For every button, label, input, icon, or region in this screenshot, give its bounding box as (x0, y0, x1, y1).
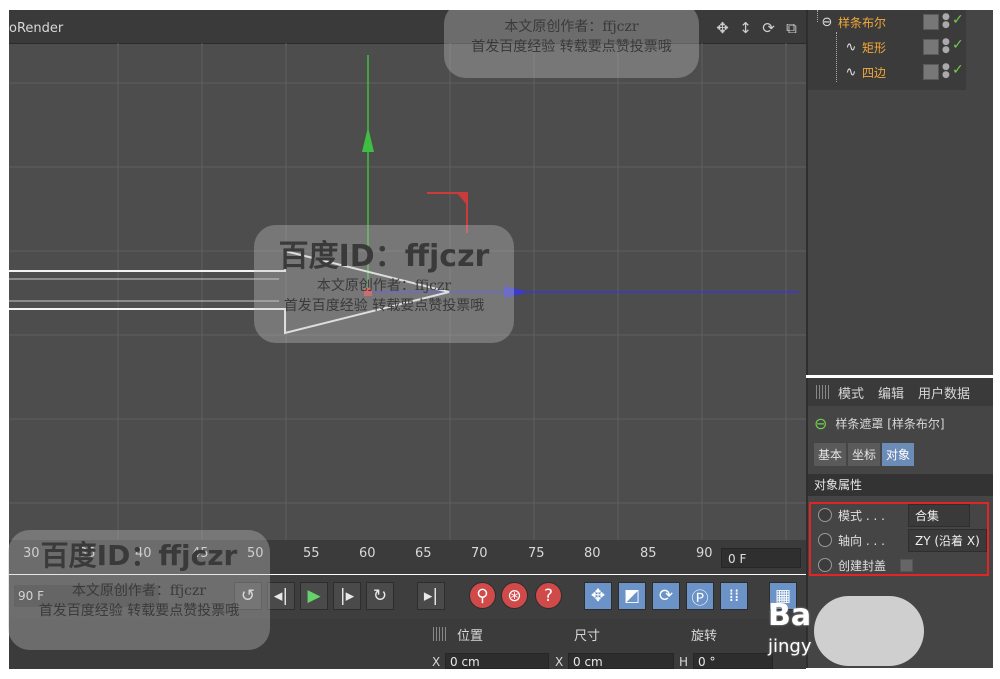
menu-mode[interactable]: 模式 (838, 383, 864, 402)
object-manager: ⊖ 样条布尔 ● ● ✓ ∿ 矩形 ● ● ✓ ∿ 四边 ● ● ✓ (806, 10, 993, 375)
tick-label: 85 (640, 546, 657, 561)
y-axis-handle (362, 127, 374, 152)
header-position: 位置 (457, 629, 484, 644)
tab-coord[interactable]: 坐标 (848, 443, 881, 466)
next-frame-button[interactable]: |▸ (333, 582, 361, 610)
tick-label: 70 (471, 546, 488, 561)
tick-label: 90 (696, 546, 713, 561)
axis-label-x: X (432, 655, 441, 669)
spline-boolean-icon: ⊖ (821, 14, 833, 30)
menu-edit[interactable]: 编辑 (878, 383, 904, 402)
scale-icon: ◩ (623, 586, 641, 606)
fullscreen-icon[interactable]: ⧉ (783, 19, 800, 37)
spline-icon: ∿ (845, 39, 857, 55)
header-rotation: 旋转 (691, 629, 718, 644)
baidu-watermark: Ba jingy (766, 596, 956, 666)
viewport-nav-icons: ✥ ↕ ⟳ ⧉ (714, 19, 800, 37)
axis-label-x: X (555, 655, 564, 669)
play-button[interactable]: ▶ (300, 582, 328, 610)
question-icon: ? (543, 585, 554, 606)
enabled-check-icon[interactable]: ✓ (952, 62, 964, 78)
current-frame-field[interactable]: 0 F (721, 548, 801, 568)
grip-icon (433, 627, 447, 641)
visibility-dots[interactable]: ● ● (942, 38, 950, 55)
visibility-dots[interactable]: ● ● (942, 13, 950, 30)
c4d-window: oRender ✥ ↕ ⟳ ⧉ 百度ID：ffjczr 本文原创作者：ffjcz… (0, 0, 1000, 679)
move-key-button[interactable]: ✥ (584, 582, 612, 610)
tab-basic[interactable]: 基本 (814, 443, 847, 466)
highlight-box (809, 502, 989, 576)
tab-object[interactable]: 对象 (882, 443, 915, 466)
grid-dots-icon: ⁞⁞ (728, 586, 740, 606)
position-x-input[interactable]: 0 cm (445, 653, 549, 669)
section-header: 对象属性 (808, 474, 993, 496)
autokey-icon: ⊛ (507, 585, 522, 606)
watermark-top: 本文原创作者：ffjczr 首发百度经验 转载要点赞投票哦 (444, 10, 699, 78)
orbit-icon[interactable]: ⟳ (760, 19, 777, 37)
autokey-button[interactable]: ⊛ (501, 582, 528, 609)
keyframe-selection-button[interactable]: ? (535, 582, 562, 609)
move-icon: ✥ (590, 586, 606, 606)
attribute-title: ⊖ 样条遮罩 [样条布尔] (814, 414, 945, 433)
viewport[interactable]: oRender ✥ ↕ ⟳ ⧉ 百度ID：ffjczr 本文原创作者：ffjcz… (9, 10, 806, 540)
tree-item-spline-boolean[interactable]: ⊖ 样条布尔 ● ● ✓ (818, 11, 973, 33)
param-key-button[interactable]: Ⓟ (686, 582, 714, 610)
dolly-icon[interactable]: ↕ (737, 19, 754, 37)
loop-icon: ↻ (372, 586, 388, 606)
key-icon: ⚲ (476, 585, 489, 606)
enabled-check-icon[interactable]: ✓ (952, 37, 964, 53)
rotation-h-input[interactable]: 0 ° (693, 653, 773, 669)
next-frame-icon: |▸ (339, 586, 355, 606)
tree-item-polygon[interactable]: ∿ 四边 ● ● ✓ (842, 61, 973, 83)
watermark-center: 百度ID：ffjczr 本文原创作者：ffjczr 首发百度经验 转载要点赞投票… (254, 225, 514, 343)
scale-key-button[interactable]: ◩ (618, 582, 646, 610)
tick-label: 55 (303, 546, 320, 561)
size-x-input[interactable]: 0 cm (568, 653, 674, 669)
tick-label: 80 (584, 546, 601, 561)
axis-label-h: H (679, 655, 689, 669)
move-view-icon[interactable]: ✥ (714, 19, 731, 37)
layer-toggle[interactable] (923, 39, 939, 55)
play-icon: ▶ (307, 586, 321, 606)
tree-item-rectangle[interactable]: ∿ 矩形 ● ● ✓ (842, 36, 973, 58)
loop-button[interactable]: ↻ (366, 582, 394, 610)
layer-toggle[interactable] (923, 64, 939, 80)
header-size: 尺寸 (574, 629, 601, 644)
rotate-key-button[interactable]: ⟳ (652, 582, 680, 610)
spline-boolean-icon: ⊖ (814, 414, 828, 433)
baidu-logo: Ba (768, 598, 812, 633)
spline-icon: ∿ (845, 64, 857, 80)
attribute-tabs: 基本 坐标 对象 (814, 443, 915, 466)
pla-key-button[interactable]: ⁞⁞ (720, 582, 748, 610)
viewport-title: oRender (9, 21, 64, 36)
record-keys-button[interactable]: ⚲ (469, 582, 496, 609)
tick-label: 65 (415, 546, 432, 561)
prev-frame-icon: ◂| (273, 586, 289, 606)
grip-icon (816, 385, 830, 399)
go-end-icon: ▸| (423, 586, 439, 606)
rotate-icon: ⟳ (658, 586, 674, 606)
prev-frame-button[interactable]: ◂| (267, 582, 295, 610)
tick-label: 75 (528, 546, 545, 561)
watermark-bottom-left: 百度ID：ffjczr 本文原创作者：ffjczr 首发百度经验 转载要点赞投票… (8, 530, 270, 650)
enabled-check-icon[interactable]: ✓ (952, 12, 964, 28)
param-p-icon: Ⓟ (691, 588, 709, 609)
baidu-logo-sub: jingy (768, 636, 812, 657)
tick-label: 60 (359, 546, 376, 561)
menu-user-data[interactable]: 用户数据 (918, 383, 970, 402)
go-to-end-button[interactable]: ▸| (417, 582, 445, 610)
visibility-dots[interactable]: ● ● (942, 63, 950, 80)
attribute-menu: 模式 编辑 用户数据 (808, 378, 993, 406)
layer-toggle[interactable] (923, 14, 939, 30)
